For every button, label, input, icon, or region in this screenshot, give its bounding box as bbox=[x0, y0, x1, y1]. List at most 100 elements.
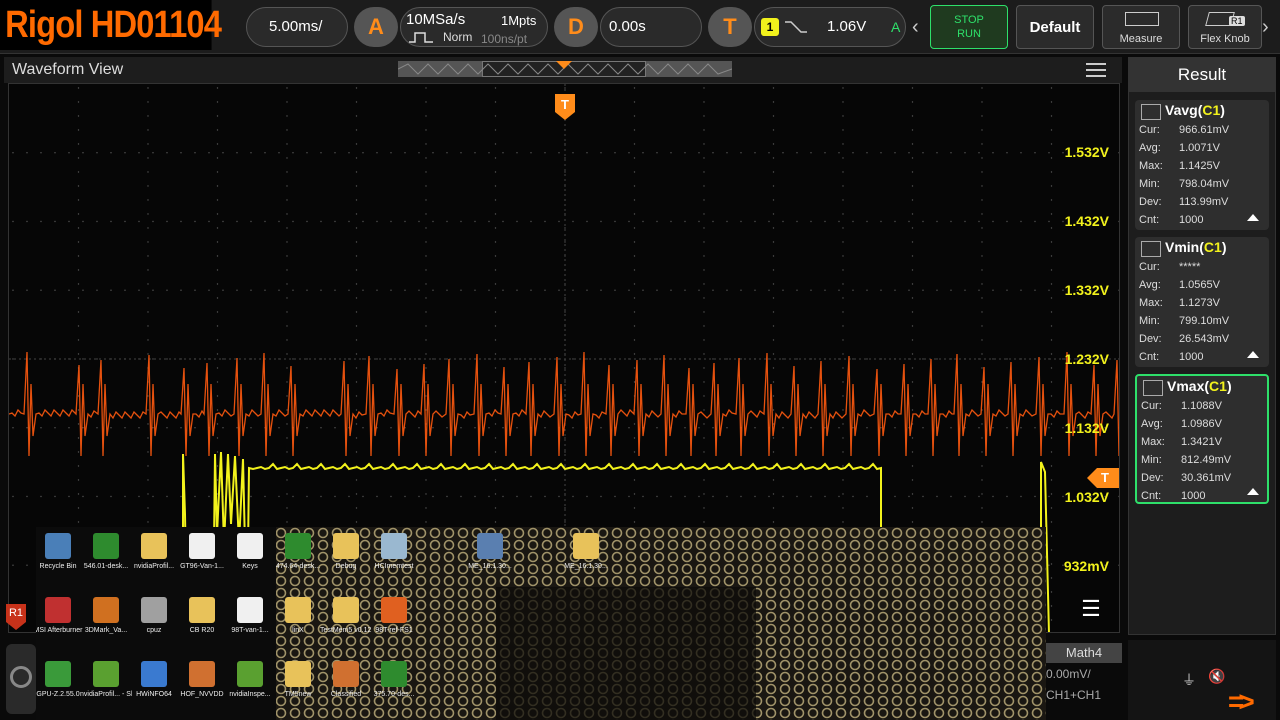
oscilloscope-screen: Rigol HD01104 5.00ms/ A 10MSa/s 1Mpts No… bbox=[0, 0, 1280, 720]
file-icon bbox=[333, 661, 359, 687]
desktop-icon[interactable]: Debug bbox=[320, 533, 372, 571]
file-icon bbox=[237, 597, 263, 623]
measure-card-vavg[interactable]: Vavg(C1) Cur: 966.61mV Avg: 1.0071V Max: 1.… bbox=[1135, 100, 1269, 230]
file-icon bbox=[141, 661, 167, 687]
desktop-icon[interactable]: nvidiaInspe... bbox=[224, 661, 276, 699]
desktop-icon[interactable]: GPU-Z.2.55.0 bbox=[36, 661, 84, 699]
measure-title: Vmin(C1) bbox=[1165, 239, 1227, 255]
desktop-icon[interactable]: HCImemtest bbox=[368, 533, 420, 571]
desktop-icon-label: linX bbox=[292, 627, 304, 634]
file-icon bbox=[93, 533, 119, 559]
measure-row: Avg: 1.0986V bbox=[1141, 418, 1222, 430]
desktop-icon-label: Debug bbox=[335, 563, 357, 570]
flex-knob-button[interactable]: R1 Flex Knob bbox=[1188, 5, 1262, 49]
flex-knob-badge: R1 bbox=[1229, 16, 1245, 26]
file-icon bbox=[381, 597, 407, 623]
desktop-icon[interactable]: 3DMark_Va... bbox=[80, 597, 132, 635]
desktop-icon[interactable]: MSI Afterburner bbox=[36, 597, 84, 635]
measure-card-vmax[interactable]: Vmax(C1) Cur: 1.1088V Avg: 1.0986V Max: 1.3… bbox=[1135, 374, 1269, 504]
desktop-icon[interactable]: 474.64-desk... bbox=[272, 533, 324, 571]
desktop-icon[interactable]: ME_16.1.30... bbox=[560, 533, 612, 571]
measure-button[interactable]: Measure bbox=[1102, 5, 1180, 49]
desktop-icon-label: 546.01-desk... bbox=[83, 563, 129, 570]
desktop-icon[interactable]: ME_16.1.30... bbox=[464, 533, 516, 571]
acquisition-panel[interactable]: 10MSa/s 1Mpts Norm 100ns/pt bbox=[400, 7, 548, 47]
desktop-icon[interactable]: Keys bbox=[224, 533, 276, 571]
measure-row: Max: 1.1425V bbox=[1139, 160, 1220, 172]
measure-row: Min: 799.10mV bbox=[1139, 315, 1230, 327]
measure-row: Avg: 1.0071V bbox=[1139, 142, 1220, 154]
next-arrow-icon[interactable]: => bbox=[1228, 686, 1255, 718]
file-icon bbox=[189, 597, 215, 623]
timebase-control[interactable]: 5.00ms/ bbox=[246, 7, 348, 47]
mute-icon[interactable]: 🔇 bbox=[1208, 668, 1225, 685]
status-area: ⏚ 🔇 bbox=[1128, 640, 1276, 720]
measure-type-icon bbox=[1141, 241, 1161, 257]
desktop-icon-label: HCImemtest bbox=[374, 563, 414, 570]
sample-rate: 10MSa/s bbox=[406, 11, 466, 28]
measure-card-vmin[interactable]: Vmin(C1) Cur: ***** Avg: 1.0565V Max: 1.127… bbox=[1135, 237, 1269, 367]
file-icon bbox=[141, 533, 167, 559]
desktop-icon[interactable]: 98T-ref-FS1 bbox=[368, 597, 420, 635]
desktop-icon-label: 375.70-des... bbox=[373, 691, 415, 698]
stop-run-button[interactable]: STOP RUN bbox=[930, 5, 1008, 49]
desktop-icon[interactable]: 546.01-desk... bbox=[80, 533, 132, 571]
measure-row: Dev: 30.361mV bbox=[1141, 472, 1232, 484]
desktop-icon[interactable]: cpuz bbox=[128, 597, 180, 635]
acquisition-badge[interactable]: A bbox=[354, 7, 398, 47]
file-icon bbox=[237, 661, 263, 687]
file-icon bbox=[45, 661, 71, 687]
file-icon bbox=[333, 597, 359, 623]
file-icon bbox=[237, 533, 263, 559]
top-toolbar: Rigol HD01104 5.00ms/ A 10MSa/s 1Mpts No… bbox=[0, 0, 1280, 54]
menu-collapse-icon[interactable]: ☰ bbox=[1073, 598, 1109, 620]
desktop-icon[interactable]: nvidiaProfil... bbox=[128, 533, 180, 571]
desktop-icon[interactable]: TM5new bbox=[272, 661, 324, 699]
desktop-icon[interactable]: Classified bbox=[320, 661, 372, 699]
math-tab[interactable]: Math4 bbox=[1046, 643, 1122, 663]
expand-up-icon[interactable] bbox=[1247, 488, 1259, 495]
desktop-icon-label: TestMem5 v0.12 (be... bbox=[320, 627, 372, 634]
trigger-level: 1.06V bbox=[827, 18, 867, 35]
acquisition-mode: Norm bbox=[443, 30, 473, 44]
desktop-icon[interactable]: Recycle Bin bbox=[36, 533, 84, 571]
default-button[interactable]: Default bbox=[1016, 5, 1094, 49]
scroll-right-icon[interactable]: › bbox=[1262, 12, 1276, 42]
desktop-icon[interactable]: 98T-van-1... bbox=[224, 597, 276, 635]
desktop-icon[interactable]: nvidiaProfil... - Shortcut bbox=[80, 661, 132, 699]
waveform-view-title: Waveform View bbox=[12, 61, 124, 78]
desktop-icon[interactable]: HOF_NVVDD bbox=[176, 661, 228, 699]
trigger-level-marker[interactable]: T bbox=[1087, 468, 1119, 488]
delay-control[interactable]: 0.00s bbox=[600, 7, 702, 47]
desktop-icon-label: CB R20 bbox=[189, 627, 215, 634]
side-handle[interactable] bbox=[6, 644, 36, 714]
volt-label-0: 1.532V bbox=[1064, 144, 1109, 160]
desktop-icon[interactable]: linX bbox=[272, 597, 324, 635]
trigger-badge[interactable]: T bbox=[708, 7, 752, 47]
trigger-time-marker[interactable]: T bbox=[555, 94, 575, 120]
desktop-icon[interactable]: CB R20 bbox=[176, 597, 228, 635]
volt-label-4: 1.132V bbox=[1064, 420, 1109, 436]
scroll-left-icon[interactable]: ‹ bbox=[912, 12, 926, 42]
desktop-icon[interactable]: HWiNFO64 bbox=[128, 661, 180, 699]
desktop-icon[interactable]: GT96-Van-1... bbox=[176, 533, 228, 571]
delay-badge[interactable]: D bbox=[554, 7, 598, 47]
expand-up-icon[interactable] bbox=[1247, 214, 1259, 221]
desktop-icon[interactable]: 375.70-des... bbox=[368, 661, 420, 699]
memory-depth: 1Mpts bbox=[501, 13, 537, 28]
timebase-value: 5.00ms/ bbox=[269, 18, 323, 35]
desktop-icon[interactable]: TestMem5 v0.12 (be... bbox=[320, 597, 372, 635]
volt-label-5: 1.032V bbox=[1064, 489, 1109, 505]
measure-row: Cur: ***** bbox=[1139, 261, 1201, 273]
waveform-header: Waveform View bbox=[4, 57, 1122, 83]
expand-up-icon[interactable] bbox=[1247, 351, 1259, 358]
hamburger-menu-icon[interactable] bbox=[1086, 63, 1106, 77]
memory-overview-bar[interactable] bbox=[398, 61, 732, 77]
brand-title: Rigol HD01104 bbox=[0, 0, 222, 50]
trigger-panel[interactable]: 1 1.06V A bbox=[754, 7, 906, 47]
ref-marker[interactable]: R1 bbox=[6, 604, 26, 630]
time-resolution: 100ns/pt bbox=[481, 32, 528, 46]
desktop-icon-label: TM5new bbox=[284, 691, 312, 698]
measure-row: Cur: 1.1088V bbox=[1141, 400, 1222, 412]
measure-row: Avg: 1.0565V bbox=[1139, 279, 1220, 291]
